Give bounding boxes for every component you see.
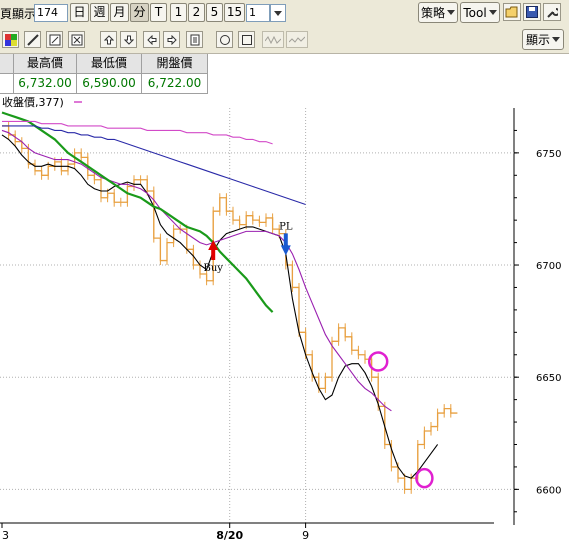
quote-header-high: 最高價	[14, 54, 77, 74]
edit-icon[interactable]	[46, 31, 63, 48]
y-tick-label: 6700	[536, 261, 561, 272]
main-toolbar: 頁顯示 174 日 週 月 分 T 1 2 5 15 1 策略 Tool	[0, 0, 569, 26]
interval-tick-button[interactable]: T	[150, 3, 167, 22]
wrench-icon[interactable]	[543, 3, 561, 21]
buy-label: Buy	[203, 263, 223, 274]
page-icon[interactable]	[186, 31, 203, 48]
arrow-left-icon[interactable]	[143, 31, 160, 48]
save-icon[interactable]	[523, 3, 541, 21]
interval-day-button[interactable]: 日	[70, 3, 89, 22]
interval-week-button[interactable]: 週	[90, 3, 109, 22]
pl-label: PL	[279, 221, 293, 232]
interval-minute-button[interactable]: 分	[130, 3, 149, 22]
interval-1-button[interactable]: 1	[170, 3, 187, 22]
interval-15-button[interactable]: 15	[224, 3, 245, 22]
trend-ma-series	[2, 120, 273, 145]
tool-button[interactable]: Tool	[460, 2, 500, 23]
quote-header-low: 最低價	[77, 54, 142, 74]
zoom-icon[interactable]	[68, 31, 85, 48]
y-tick-label: 6650	[536, 373, 561, 384]
quote-value-low: 6,590.00	[77, 74, 142, 94]
period-input[interactable]: 174	[34, 4, 68, 22]
color-icon[interactable]	[2, 31, 19, 48]
chevron-down-icon[interactable]	[270, 4, 286, 22]
display-button[interactable]: 顯示	[522, 29, 564, 50]
y-tick-label: 6600	[536, 485, 561, 496]
chart-overlay: Buy PL	[203, 221, 434, 489]
x-tick-label: 9	[302, 529, 309, 542]
wave-icon[interactable]	[262, 31, 284, 48]
draw-icon[interactable]	[24, 31, 41, 48]
wave2-icon[interactable]	[286, 31, 308, 48]
arrow-up-icon[interactable]	[100, 31, 117, 48]
quote-corner	[0, 54, 14, 74]
strategy-label: 策略	[420, 6, 445, 20]
arrow-down-icon[interactable]	[120, 31, 137, 48]
arrow-right-icon[interactable]	[163, 31, 180, 48]
drawing-toolbar: 顯示	[0, 26, 569, 54]
menu-chevron-icon	[552, 37, 560, 42]
square-icon[interactable]	[238, 31, 255, 48]
circle-icon[interactable]	[216, 31, 233, 48]
display-label: 顯示	[525, 33, 550, 47]
quote-corner	[0, 74, 14, 94]
price-chart[interactable]: 6750 6700 6650 6600 3 8/20 9 Buy PL 收盤價,377)	[0, 94, 569, 551]
interval-value-select[interactable]: 1	[246, 4, 270, 22]
interval-5-button[interactable]: 5	[206, 3, 223, 22]
short-ma-series	[1, 134, 439, 479]
x-tick-label: 8/20	[216, 529, 243, 542]
long-ma-series	[1, 111, 274, 313]
mid-ma-series	[1, 129, 392, 412]
chart-title: 收盤價,377)	[2, 95, 64, 109]
quote-table: 最高價 最低價 開盤價 6,732.00 6,590.00 6,722.00	[0, 54, 569, 94]
menu-chevron-icon	[447, 10, 455, 15]
quote-header-open: 開盤價	[142, 54, 208, 74]
open-folder-icon[interactable]	[503, 3, 521, 21]
quote-value-open: 6,722.00	[142, 74, 208, 94]
highlight-circle	[415, 467, 434, 489]
y-tick-label: 6750	[536, 149, 561, 160]
interval-2-button[interactable]: 2	[188, 3, 205, 22]
x-tick-label: 3	[2, 529, 9, 542]
strategy-button[interactable]: 策略	[418, 2, 458, 23]
menu-chevron-icon	[488, 10, 497, 15]
interval-month-button[interactable]: 月	[110, 3, 129, 22]
chart-grid: 6750 6700 6650 6600 3 8/20 9	[0, 108, 561, 542]
period-label: 頁顯示	[0, 7, 37, 21]
buy-arrow-icon	[208, 240, 219, 261]
tool-label: Tool	[463, 5, 487, 20]
quote-value-high: 6,732.00	[14, 74, 77, 94]
